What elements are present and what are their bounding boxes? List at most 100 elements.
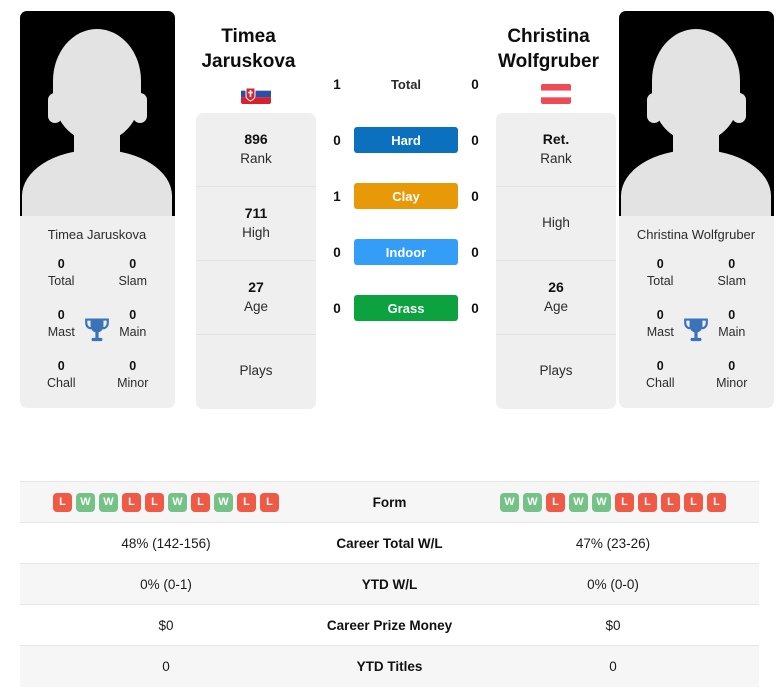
form-badge-win: W	[500, 492, 519, 512]
right-high-row: High	[496, 187, 616, 261]
right-title-minor-label: Minor	[716, 376, 748, 391]
h2h-row-grass: 0 Grass 0	[326, 280, 486, 336]
left-career-prize-money: $0	[158, 617, 174, 633]
h2h-total-right-value: 0	[471, 76, 479, 92]
right-form-badges: WWLWWLLLLL	[471, 492, 755, 512]
h2h-row-clay: 1 Clay 0	[326, 168, 486, 224]
table-row-ytd-wl: 0% (0-1) YTD W/L 0% (0-0)	[20, 563, 759, 605]
austria-flag-icon	[541, 83, 571, 104]
right-career-total-wl: 47% (23-26)	[575, 535, 651, 551]
left-high-label: High	[242, 224, 270, 240]
right-player-honours-card: Christina Wolfgruber 0 Total 0 Slam 0 Ma…	[618, 11, 774, 408]
h2h-grass-bar[interactable]: Grass	[354, 295, 458, 321]
left-player-last-name: Jaruskova	[201, 51, 296, 73]
h2h-row-hard: 0 Hard 0	[326, 112, 486, 168]
right-player-avatar	[618, 11, 774, 216]
right-age-row: 26 Age	[496, 261, 616, 335]
left-player-flag-wrap	[241, 75, 271, 113]
form-badge-win: W	[99, 492, 118, 512]
h2h-clay-left-value: 1	[333, 188, 341, 204]
right-title-slam-label: Slam	[717, 274, 746, 289]
slovakia-flag-icon	[241, 83, 271, 104]
left-plays-row: Plays	[196, 335, 316, 409]
right-plays-row: Plays	[496, 335, 616, 409]
right-rank-row: Ret. Rank	[496, 113, 616, 187]
comparison-header-area: Timea Jaruskova 0 Total 0 Slam 0 Mast 0 …	[0, 0, 779, 478]
left-title-total-value: 0	[57, 257, 65, 271]
form-badge-loss: L	[191, 492, 210, 512]
table-row-ytd-titles: 0 YTD Titles 0	[20, 645, 759, 687]
h2h-total-left-value: 1	[333, 76, 341, 92]
left-player-card-name: Timea Jaruskova	[47, 227, 147, 242]
left-title-slam-label: Slam	[118, 274, 147, 289]
right-title-chall: 0 Chall	[625, 357, 697, 392]
h2h-clay-bar[interactable]: Clay	[354, 183, 458, 209]
left-title-slam-value: 0	[129, 257, 137, 271]
h2h-total-label: Total	[390, 76, 422, 92]
avatar-ear-right-shape	[132, 93, 147, 123]
table-row-career-prize-money: $0 Career Prize Money $0	[20, 604, 759, 646]
left-high-value: 711	[244, 205, 268, 222]
row-label-career-prize-money: Career Prize Money	[326, 617, 453, 633]
form-badge-loss: L	[145, 492, 164, 512]
left-player-titles-grid: 0 Total 0 Slam 0 Mast 0 Main 0 Chall 0 M…	[20, 255, 175, 408]
form-badge-win: W	[523, 492, 542, 512]
right-title-chall-label: Chall	[646, 376, 675, 391]
left-title-minor-label: Minor	[117, 376, 149, 391]
left-title-total: 0 Total	[26, 255, 98, 290]
row-label-form: Form	[372, 494, 407, 510]
right-player-first-name: Christina	[507, 26, 590, 47]
h2h-hard-bar[interactable]: Hard	[354, 127, 458, 153]
form-badge-win: W	[76, 492, 95, 512]
right-player-rank-card: Ret. Rank High 26 Age Plays	[496, 112, 616, 409]
avatar-ear-left-shape	[47, 93, 62, 123]
right-career-prize-money: $0	[605, 617, 621, 633]
left-player-rank-card: 896 Rank 711 High 27 Age Plays	[196, 112, 316, 409]
left-high-row: 711 High	[196, 187, 316, 261]
form-badge-loss: L	[615, 492, 634, 512]
avatar-head-shape	[53, 29, 141, 141]
right-plays-label: Plays	[539, 363, 573, 379]
table-row-career-total-wl: 48% (142-156) Career Total W/L 47% (23-2…	[20, 522, 759, 564]
h2h-indoor-right-value: 0	[471, 244, 479, 260]
left-form-cell: LWWLLWLWLL	[20, 482, 312, 523]
right-title-minor-value: 0	[728, 359, 736, 373]
left-title-chall: 0 Chall	[26, 357, 98, 392]
table-row-form: LWWLLWLWLL Form WWLWWLLLLL	[20, 481, 759, 523]
form-badge-win: W	[592, 492, 611, 512]
right-player-stats-column: Christina Wolfgruber Ret. Rank High 26 A…	[496, 0, 616, 409]
right-title-total: 0 Total	[625, 255, 697, 290]
left-form-badges: LWWLLWLWLL	[24, 492, 308, 512]
form-badge-loss: L	[638, 492, 657, 512]
avatar-ear-right-shape	[731, 93, 746, 123]
left-title-chall-value: 0	[57, 359, 65, 373]
right-player-column: Christina Wolfgruber 0 Total 0 Slam 0 Ma…	[616, 0, 776, 408]
form-badge-loss: L	[661, 492, 680, 512]
right-title-total-label: Total	[647, 274, 674, 289]
form-badge-loss: L	[122, 492, 141, 512]
right-ytd-wl: 0% (0-0)	[587, 576, 639, 592]
right-rank-value: Ret.	[542, 131, 570, 148]
right-rank-label: Rank	[540, 150, 572, 166]
form-badge-win: W	[569, 492, 588, 512]
left-player-name-heading: Timea Jaruskova	[174, 0, 324, 75]
row-label-career-total-wl: Career Total W/L	[336, 535, 443, 551]
h2h-grass-left-value: 0	[333, 300, 341, 316]
trophy-icon	[85, 318, 109, 341]
right-ytd-titles: 0	[609, 658, 617, 674]
left-title-chall-label: Chall	[47, 376, 76, 391]
left-player-honours-card: Timea Jaruskova 0 Total 0 Slam 0 Mast 0 …	[19, 11, 175, 408]
left-rank-label: Rank	[240, 150, 272, 166]
h2h-indoor-bar[interactable]: Indoor	[354, 239, 458, 265]
left-ytd-wl: 0% (0-1)	[140, 576, 192, 592]
right-high-label: High	[542, 214, 570, 230]
form-badge-loss: L	[707, 492, 726, 512]
h2h-hard-right-value: 0	[471, 132, 479, 148]
comparison-stats-table: LWWLLWLWLL Form WWLWWLLLLL 48% (142-156)…	[20, 481, 759, 687]
left-age-row: 27 Age	[196, 261, 316, 335]
h2h-row-total: 1 Total 0	[326, 56, 486, 112]
left-player-avatar	[19, 11, 175, 216]
right-player-card-name: Christina Wolfgruber	[636, 227, 756, 242]
right-player-titles-grid: 0 Total 0 Slam 0 Mast 0 Main 0 Chall 0 M…	[619, 255, 774, 408]
head-to-head-column: 1 Total 0 0 Hard 0 1 Clay 0 0 Indoor 0 0	[326, 0, 486, 336]
